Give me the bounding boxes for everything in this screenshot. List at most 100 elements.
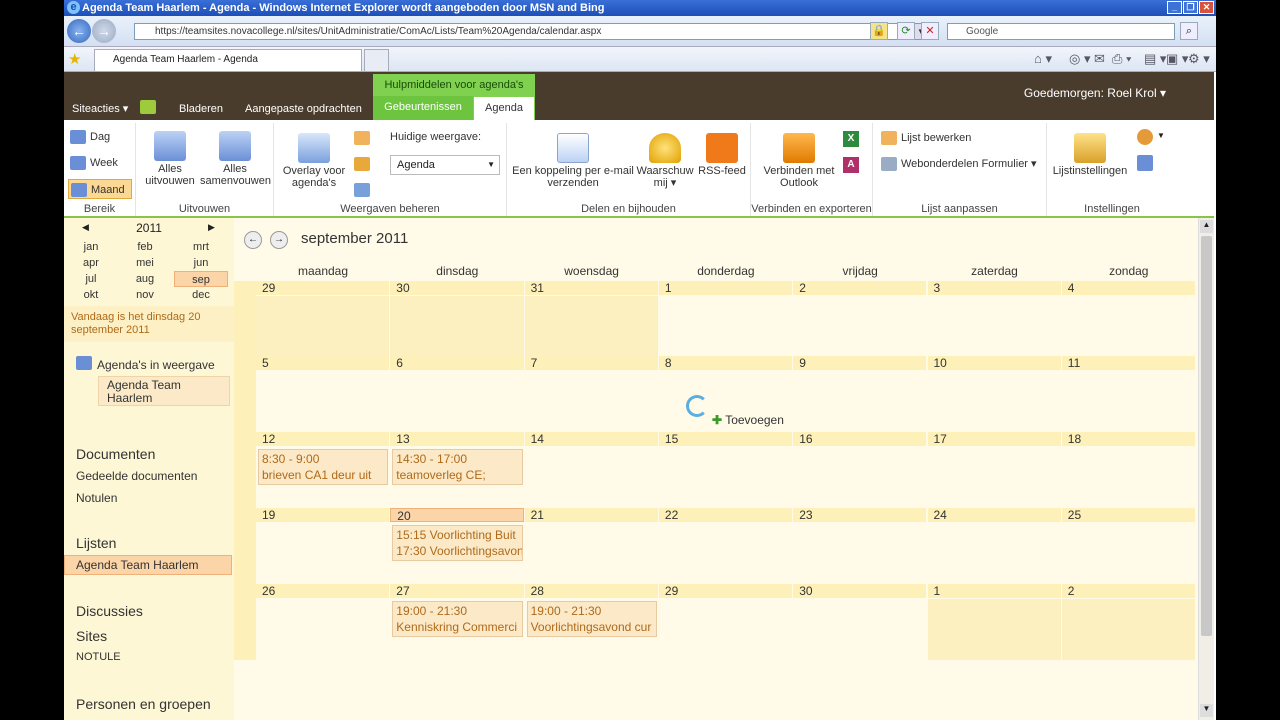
navigate-up-icon[interactable] <box>140 100 156 114</box>
favorites-star-icon[interactable]: ★ <box>68 50 81 68</box>
back-button[interactable]: ← <box>67 19 91 43</box>
site-actions-menu[interactable]: Siteacties ▾ <box>64 99 136 120</box>
quicklaunch-shared-documents[interactable]: Gedeelde documenten <box>76 469 197 483</box>
search-icon[interactable]: ⌕ <box>1180 22 1198 40</box>
quicklaunch-notes[interactable]: Notulen <box>76 491 117 505</box>
minimize-button[interactable]: _ <box>1167 1 1182 14</box>
month-link-3[interactable]: apr <box>64 255 118 271</box>
day-cell[interactable] <box>793 447 927 508</box>
tab-calendar[interactable]: Agenda <box>473 96 535 120</box>
day-cell[interactable] <box>524 371 658 432</box>
collapse-all-button[interactable]: Alles samenvouwen <box>200 131 271 187</box>
day-cell[interactable] <box>658 523 793 584</box>
day-cell[interactable] <box>390 296 524 356</box>
day-cell[interactable] <box>927 599 1061 660</box>
user-menu[interactable]: Goedemorgen: Roel Krol ▾ <box>1024 86 1166 100</box>
month-link-1[interactable]: feb <box>118 239 172 255</box>
restore-button[interactable]: ❐ <box>1183 1 1198 14</box>
scroll-down-icon[interactable]: ▼ <box>1200 704 1213 717</box>
home-icon[interactable]: ⌂ ▾ <box>1034 51 1052 67</box>
month-link-11[interactable]: dec <box>174 287 228 303</box>
rss-feed-button[interactable]: RSS-feed <box>697 133 747 177</box>
safety-icon[interactable]: ▣ ▾ <box>1166 51 1188 67</box>
quicklaunch-people-groups[interactable]: Personen en groepen <box>76 696 211 712</box>
add-event-link[interactable]: ✚ Toevoegen <box>712 413 784 427</box>
month-link-8[interactable]: sep <box>174 271 228 287</box>
lock-icon[interactable]: 🔒 <box>870 22 888 40</box>
modify-view-icon[interactable] <box>354 157 370 171</box>
day-cell[interactable] <box>658 296 793 356</box>
expand-all-button[interactable]: Alles uitvouwen <box>142 131 198 187</box>
quicklaunch-documents[interactable]: Documenten <box>76 446 155 462</box>
day-cell[interactable] <box>524 296 658 356</box>
permissions-icon[interactable] <box>1137 129 1153 145</box>
month-link-5[interactable]: jun <box>174 255 228 271</box>
day-cell[interactable] <box>256 296 390 356</box>
tab-events[interactable]: Gebeurtenissen <box>373 96 473 120</box>
month-link-0[interactable]: jan <box>64 239 118 255</box>
refresh-icon[interactable]: ⟳ <box>897 22 915 40</box>
quicklaunch-discussions[interactable]: Discussies <box>76 603 143 619</box>
day-cell[interactable] <box>927 447 1061 508</box>
permissions-dropdown-icon[interactable]: ▼ <box>1157 131 1165 140</box>
month-link-9[interactable]: okt <box>64 287 118 303</box>
create-view-icon[interactable] <box>354 131 370 145</box>
calendar-event[interactable]: 19:00 - 21:30 Voorlichtingsavond cur <box>526 601 657 637</box>
calendar-overlay-item[interactable]: Agenda Team Haarlem <box>98 376 230 406</box>
day-cell[interactable] <box>256 371 390 432</box>
prev-month-button[interactable]: ← <box>244 231 262 249</box>
calendar-event[interactable]: 19:00 - 21:30 Kenniskring Commerci <box>392 601 523 637</box>
month-link-7[interactable]: aug <box>118 271 172 287</box>
vertical-scrollbar[interactable]: ▲ ▼ <box>1198 218 1214 720</box>
day-cell[interactable] <box>793 296 927 356</box>
scrollbar-thumb[interactable] <box>1201 236 1212 636</box>
create-column-icon[interactable] <box>354 183 370 197</box>
month-link-2[interactable]: mrt <box>174 239 228 255</box>
quicklaunch-agenda-selected[interactable]: Agenda Team Haarlem <box>64 555 232 575</box>
day-cell[interactable] <box>927 371 1061 432</box>
connect-outlook-button[interactable]: Verbinden met Outlook <box>759 133 839 189</box>
mail-icon[interactable]: ✉ <box>1094 51 1105 67</box>
tab-custom-commands[interactable]: Aangepaste opdrachten <box>237 99 370 120</box>
alert-me-button[interactable]: Waarschuw mij ▾ <box>635 133 695 189</box>
calendar-event[interactable]: 8:30 - 9:00 brieven CA1 deur uit <box>258 449 389 485</box>
calendar-event[interactable]: 14:30 - 17:00 teamoverleg CE; <box>392 449 523 485</box>
tab-browse[interactable]: Bladeren <box>171 99 231 120</box>
feeds-icon[interactable]: ◎ ▾ <box>1069 51 1090 67</box>
day-view-button[interactable]: Dag <box>70 130 110 144</box>
day-cell[interactable] <box>793 523 927 584</box>
month-view-button[interactable]: Maand <box>68 179 132 199</box>
form-web-parts-button[interactable]: Webonderdelen Formulier ▾ <box>881 157 1037 171</box>
close-window-button[interactable]: ✕ <box>1199 1 1214 14</box>
page-icon[interactable]: ▤ ▾ <box>1144 51 1166 67</box>
excel-icon[interactable]: X <box>843 131 859 147</box>
stop-icon[interactable]: ✕ <box>921 22 939 40</box>
quicklaunch-lists[interactable]: Lijsten <box>76 535 116 551</box>
day-cell[interactable] <box>658 447 793 508</box>
day-cell[interactable] <box>256 523 390 584</box>
list-settings-button[interactable]: Lijstinstellingen <box>1051 133 1129 177</box>
day-cell[interactable] <box>1061 296 1196 356</box>
edit-list-button[interactable]: Lijst bewerken <box>881 131 971 145</box>
day-cell[interactable] <box>524 447 658 508</box>
day-cell[interactable] <box>793 599 927 660</box>
day-cell[interactable] <box>658 599 793 660</box>
tools-gear-icon[interactable]: ⚙ ▾ <box>1188 51 1210 67</box>
day-cell[interactable] <box>256 599 390 660</box>
month-link-4[interactable]: mei <box>118 255 172 271</box>
workflow-icon[interactable] <box>1137 155 1153 171</box>
day-cell[interactable] <box>793 371 927 432</box>
day-cell[interactable] <box>927 296 1061 356</box>
day-cell[interactable] <box>1061 371 1196 432</box>
day-cell[interactable] <box>927 523 1061 584</box>
access-icon[interactable]: A <box>843 157 859 173</box>
url-input[interactable]: https://teamsites.novacollege.nl/sites/U… <box>134 23 928 40</box>
day-cell[interactable] <box>390 371 524 432</box>
print-icon[interactable]: ⎙ ▾ <box>1112 51 1131 67</box>
day-cell[interactable] <box>1061 523 1196 584</box>
month-link-10[interactable]: nov <box>118 287 172 303</box>
calendar-event[interactable]: 15:15 Voorlichting Buit 17:30 Voorlichtin… <box>392 525 523 561</box>
search-input[interactable]: Google <box>947 23 1175 40</box>
month-link-6[interactable]: jul <box>64 271 118 287</box>
next-year-icon[interactable]: ▶ <box>208 222 215 233</box>
